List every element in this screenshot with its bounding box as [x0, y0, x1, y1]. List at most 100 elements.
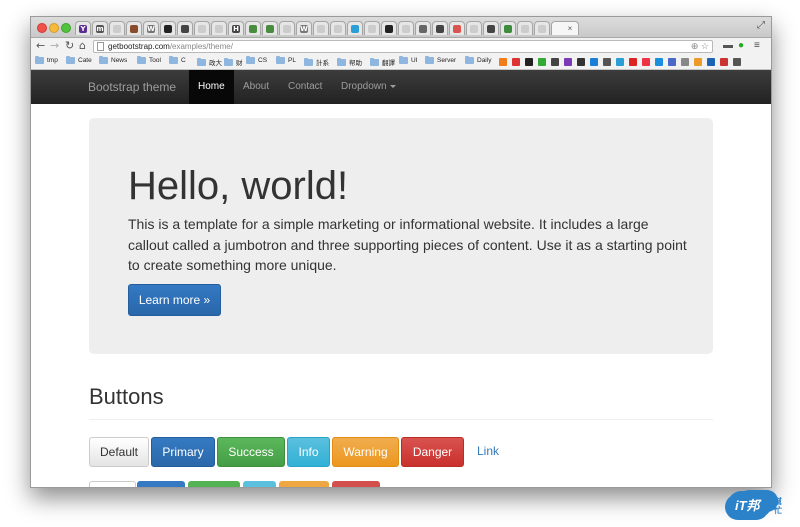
browser-tab[interactable]: H	[228, 21, 244, 35]
default-button[interactable]: Default	[89, 437, 149, 467]
bookmark-site-icon[interactable]	[577, 58, 585, 66]
primary-button-small[interactable]	[137, 481, 185, 487]
browser-tab[interactable]	[398, 21, 414, 35]
bookmark-site-icon[interactable]	[668, 58, 676, 66]
browser-tab[interactable]	[517, 21, 533, 35]
bookmark-folder[interactable]: PL	[276, 56, 296, 64]
bookmark-site-icon[interactable]	[603, 58, 611, 66]
nav-dropdown[interactable]: Dropdown	[341, 70, 396, 104]
browser-tab[interactable]	[483, 21, 499, 35]
browser-tab[interactable]	[177, 21, 193, 35]
bookmark-folder[interactable]: UI	[399, 56, 418, 64]
browser-tab[interactable]	[347, 21, 363, 35]
browser-tab[interactable]	[330, 21, 346, 35]
bookmark-folder[interactable]: 翻譯	[370, 57, 395, 67]
link-button[interactable]: Link	[468, 437, 508, 467]
back-icon[interactable]: ←	[36, 39, 45, 52]
warning-button-small[interactable]	[279, 481, 329, 487]
bookmark-folder[interactable]: Tool	[137, 56, 161, 64]
browser-tab[interactable]	[313, 21, 329, 35]
browser-tab[interactable]	[534, 21, 550, 35]
browser-tab[interactable]	[211, 21, 227, 35]
close-window-button[interactable]	[37, 23, 47, 33]
learn-more-button[interactable]: Learn more »	[128, 284, 221, 316]
nav-home[interactable]: Home	[189, 70, 234, 104]
browser-tab[interactable]: m	[92, 21, 108, 35]
browser-tab[interactable]	[415, 21, 431, 35]
bookmark-folder[interactable]: News	[99, 56, 127, 64]
browser-tab[interactable]	[381, 21, 397, 35]
bookmark-site-icon[interactable]	[733, 58, 741, 66]
zoom-icon[interactable]: ⊕ ☆	[691, 41, 709, 52]
success-button-small[interactable]	[188, 481, 240, 487]
browser-tab[interactable]: W	[296, 21, 312, 35]
bookmark-site-icon[interactable]	[681, 58, 689, 66]
bookmark-site-icon[interactable]	[564, 58, 572, 66]
browser-tab[interactable]	[364, 21, 380, 35]
bookmark-folder[interactable]: tmp	[35, 56, 58, 64]
extension-icon[interactable]: ▬	[723, 40, 733, 52]
bookmark-folder[interactable]: 帮助	[337, 57, 362, 67]
bookmark-folder[interactable]: 計系	[304, 57, 329, 67]
nav-about[interactable]: About	[243, 70, 269, 104]
browser-tab[interactable]: W	[143, 21, 159, 35]
nav-contact[interactable]: Contact	[288, 70, 322, 104]
browser-tab[interactable]	[109, 21, 125, 35]
close-tab-icon[interactable]: ×	[568, 24, 573, 33]
bookmark-site-icon[interactable]	[707, 58, 715, 66]
default-button-small[interactable]	[89, 481, 136, 487]
fullscreen-icon[interactable]: ⤢	[757, 20, 765, 31]
browser-tab[interactable]: Y	[75, 21, 91, 35]
bookmark-site-icon[interactable]	[512, 58, 520, 66]
browser-tab[interactable]	[466, 21, 482, 35]
bookmark-site-icon[interactable]	[590, 58, 598, 66]
bookmark-site-icon[interactable]	[616, 58, 624, 66]
home-icon[interactable]: ⌂	[79, 39, 86, 52]
success-button[interactable]: Success	[217, 437, 285, 467]
browser-tab[interactable]	[126, 21, 142, 35]
browser-tab[interactable]	[500, 21, 516, 35]
danger-button[interactable]: Danger	[401, 437, 464, 467]
danger-button-small[interactable]	[332, 481, 380, 487]
zoom-window-button[interactable]	[61, 23, 71, 33]
browser-tab[interactable]	[262, 21, 278, 35]
bookmark-folder[interactable]: Daily	[465, 56, 491, 64]
bookmark-folder[interactable]: CS	[246, 56, 267, 64]
browser-tab[interactable]	[432, 21, 448, 35]
browser-tab[interactable]	[449, 21, 465, 35]
minimize-window-button[interactable]	[49, 23, 59, 33]
navbar-brand[interactable]: Bootstrap theme	[88, 80, 176, 94]
bookmark-site-icon[interactable]	[720, 58, 728, 66]
bookmark-site-icon[interactable]	[642, 58, 650, 66]
folder-icon	[197, 57, 206, 66]
evernote-icon[interactable]: ●	[738, 40, 744, 52]
reload-icon[interactable]: ↻	[65, 39, 74, 52]
menu-icon[interactable]: ≡	[754, 40, 760, 52]
primary-button[interactable]: Primary	[151, 437, 215, 467]
bookmark-site-icon[interactable]	[499, 58, 507, 66]
bookmark-site-icon[interactable]	[538, 58, 546, 66]
bookmark-site-icon[interactable]	[655, 58, 663, 66]
address-bar[interactable]: getbootstrap.com/examples/theme/ ⊕ ☆	[93, 40, 713, 53]
browser-tab[interactable]	[160, 21, 176, 35]
bookmark-site-icon[interactable]	[525, 58, 533, 66]
info-button-small[interactable]	[243, 481, 276, 487]
bookmark-site-icon[interactable]	[629, 58, 637, 66]
forward-icon[interactable]: →	[50, 39, 59, 52]
info-button[interactable]: Info	[287, 437, 330, 467]
bookmark-folder[interactable]: 财	[224, 57, 243, 67]
bookmark-site-icon[interactable]	[694, 58, 702, 66]
tab-favicon-icon	[181, 24, 189, 33]
bookmark-folder[interactable]: 政大	[197, 57, 222, 67]
browser-tab[interactable]	[194, 21, 210, 35]
bookmark-folder[interactable]: C	[169, 56, 186, 64]
bookmark-folder[interactable]: Cate	[66, 56, 92, 64]
browser-tab[interactable]	[245, 21, 261, 35]
browser-tab[interactable]	[279, 21, 295, 35]
active-tab[interactable]: ×	[551, 21, 579, 35]
tab-favicon-icon	[215, 24, 223, 33]
bookmark-folder[interactable]: Server	[425, 56, 456, 64]
bookmark-site-icon[interactable]	[551, 58, 559, 66]
watermark-text: iT邦	[735, 498, 760, 513]
warning-button[interactable]: Warning	[332, 437, 399, 467]
